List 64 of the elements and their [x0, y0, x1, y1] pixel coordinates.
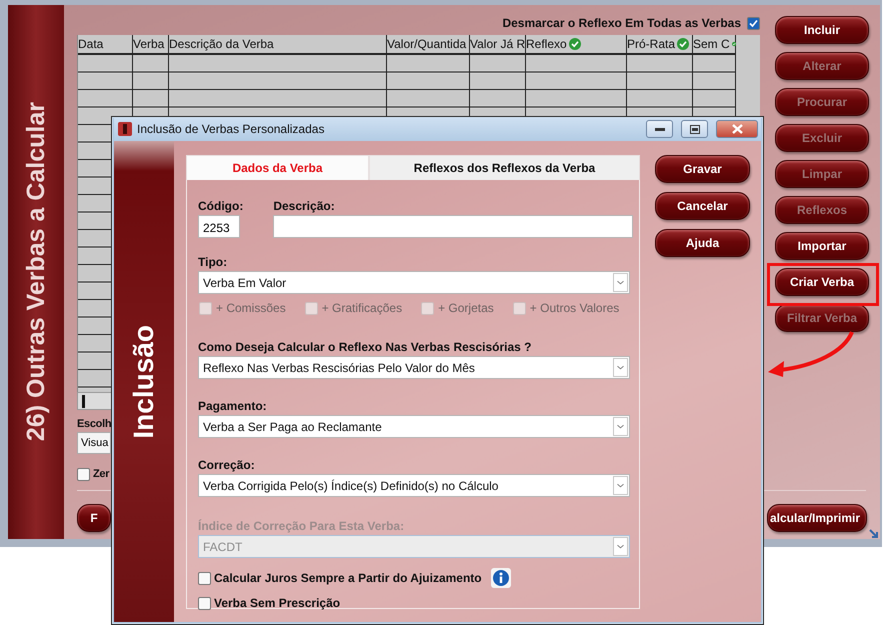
field-label: Descrição:: [273, 199, 336, 213]
dropdown[interactable]: Verba Corrigida Pelo(s) Índice(s) Definido(s) no Cálculo: [198, 474, 630, 497]
close-icon: [732, 124, 742, 134]
checkbox-label: + Comissões: [216, 301, 286, 315]
column-header: Reflexo: [526, 37, 567, 51]
chevron-down-icon: [613, 537, 628, 556]
resize-grip-icon[interactable]: [869, 529, 879, 539]
chevron-down-icon: [613, 417, 628, 436]
field-label: Código:: [198, 199, 244, 213]
field-label: Pagamento:: [198, 399, 268, 413]
section-title: 26) Outras Verbas a Calcular: [22, 102, 50, 442]
field-label: Como Deseja Calcular o Reflexo Nas Verbas Rescisórias ?: [198, 340, 532, 354]
dropdown[interactable]: Verba a Ser Paga ao Reclamante: [198, 415, 630, 438]
field-label: Índice de Correção Para Esta Verba:: [198, 519, 406, 533]
column-header: Sem C: [693, 37, 730, 51]
app-icon: [118, 122, 132, 136]
type-select[interactable]: Verba Em Valor: [198, 271, 630, 294]
chevron-down-icon: [613, 273, 628, 292]
section-title: Inclusão: [128, 324, 160, 438]
dialog-button[interactable]: Cancelar: [655, 192, 750, 220]
dropdown[interactable]: Reflexo Nas Verbas Rescisórias Pelo Valor do Mês: [198, 356, 630, 379]
column-header: Valor Já R: [470, 37, 526, 51]
minimize-icon: [654, 128, 664, 130]
checkbox[interactable]: [747, 16, 760, 30]
column-header: Pró-Rata: [627, 37, 676, 51]
column-header: Descrição da Verba: [169, 37, 274, 51]
field-label: Correção:: [198, 458, 256, 472]
maximize-icon: [690, 124, 700, 134]
checkbox[interactable]: [198, 572, 211, 584]
view-select[interactable]: Visua: [77, 432, 111, 454]
maximize-button[interactable]: [681, 120, 708, 138]
column-header: Verba: [133, 37, 164, 51]
chevron-down-icon: [613, 476, 628, 495]
window-title: Inclusão de Verbas Personalizadas: [137, 122, 326, 136]
checkbox[interactable]: [198, 596, 211, 610]
checkbox[interactable]: [77, 468, 90, 481]
checkbox-label: Verba Sem Prescrição: [214, 596, 340, 610]
column-header: Valor/Quantida: [387, 37, 466, 51]
calculate-button[interactable]: alcular/Imprimir: [767, 504, 867, 532]
dialog-button[interactable]: Gravar: [655, 155, 750, 183]
close-button[interactable]: [716, 120, 758, 138]
tab[interactable]: Dados da Verba: [186, 155, 369, 180]
checkbox-label: + Gorjetas: [438, 301, 494, 315]
field-label: Escolh: [77, 418, 112, 430]
column-header: Data: [78, 37, 104, 51]
checkbox-label: + Gratificações: [322, 301, 402, 315]
action-button[interactable]: Incluir: [775, 16, 869, 44]
dialog-button[interactable]: Ajuda: [655, 229, 750, 257]
checkbox-label: Calcular Juros Sempre a Partir do Ajuizamento: [214, 571, 482, 585]
checkbox-label: Desmarcar o Reflexo Em Todas as Verbas: [502, 16, 741, 30]
minimize-button[interactable]: [646, 120, 673, 138]
field-label: Tipo:: [198, 255, 228, 269]
check-circle-icon: [677, 38, 690, 50]
info-icon[interactable]: [490, 568, 511, 588]
action-button[interactable]: Criar Verba: [775, 268, 869, 296]
checkbox-label: Zer: [93, 468, 110, 480]
chevron-down-icon: [613, 358, 628, 377]
tab[interactable]: Reflexos dos Reflexos da Verba: [369, 155, 640, 180]
action-button[interactable]: F: [77, 504, 111, 532]
code-field[interactable]: 2253: [198, 215, 240, 238]
description-field[interactable]: [273, 215, 634, 238]
checkbox-label: + Outros Valores: [530, 301, 620, 315]
check-circle-icon: [568, 38, 581, 50]
action-button[interactable]: Importar: [775, 232, 869, 260]
